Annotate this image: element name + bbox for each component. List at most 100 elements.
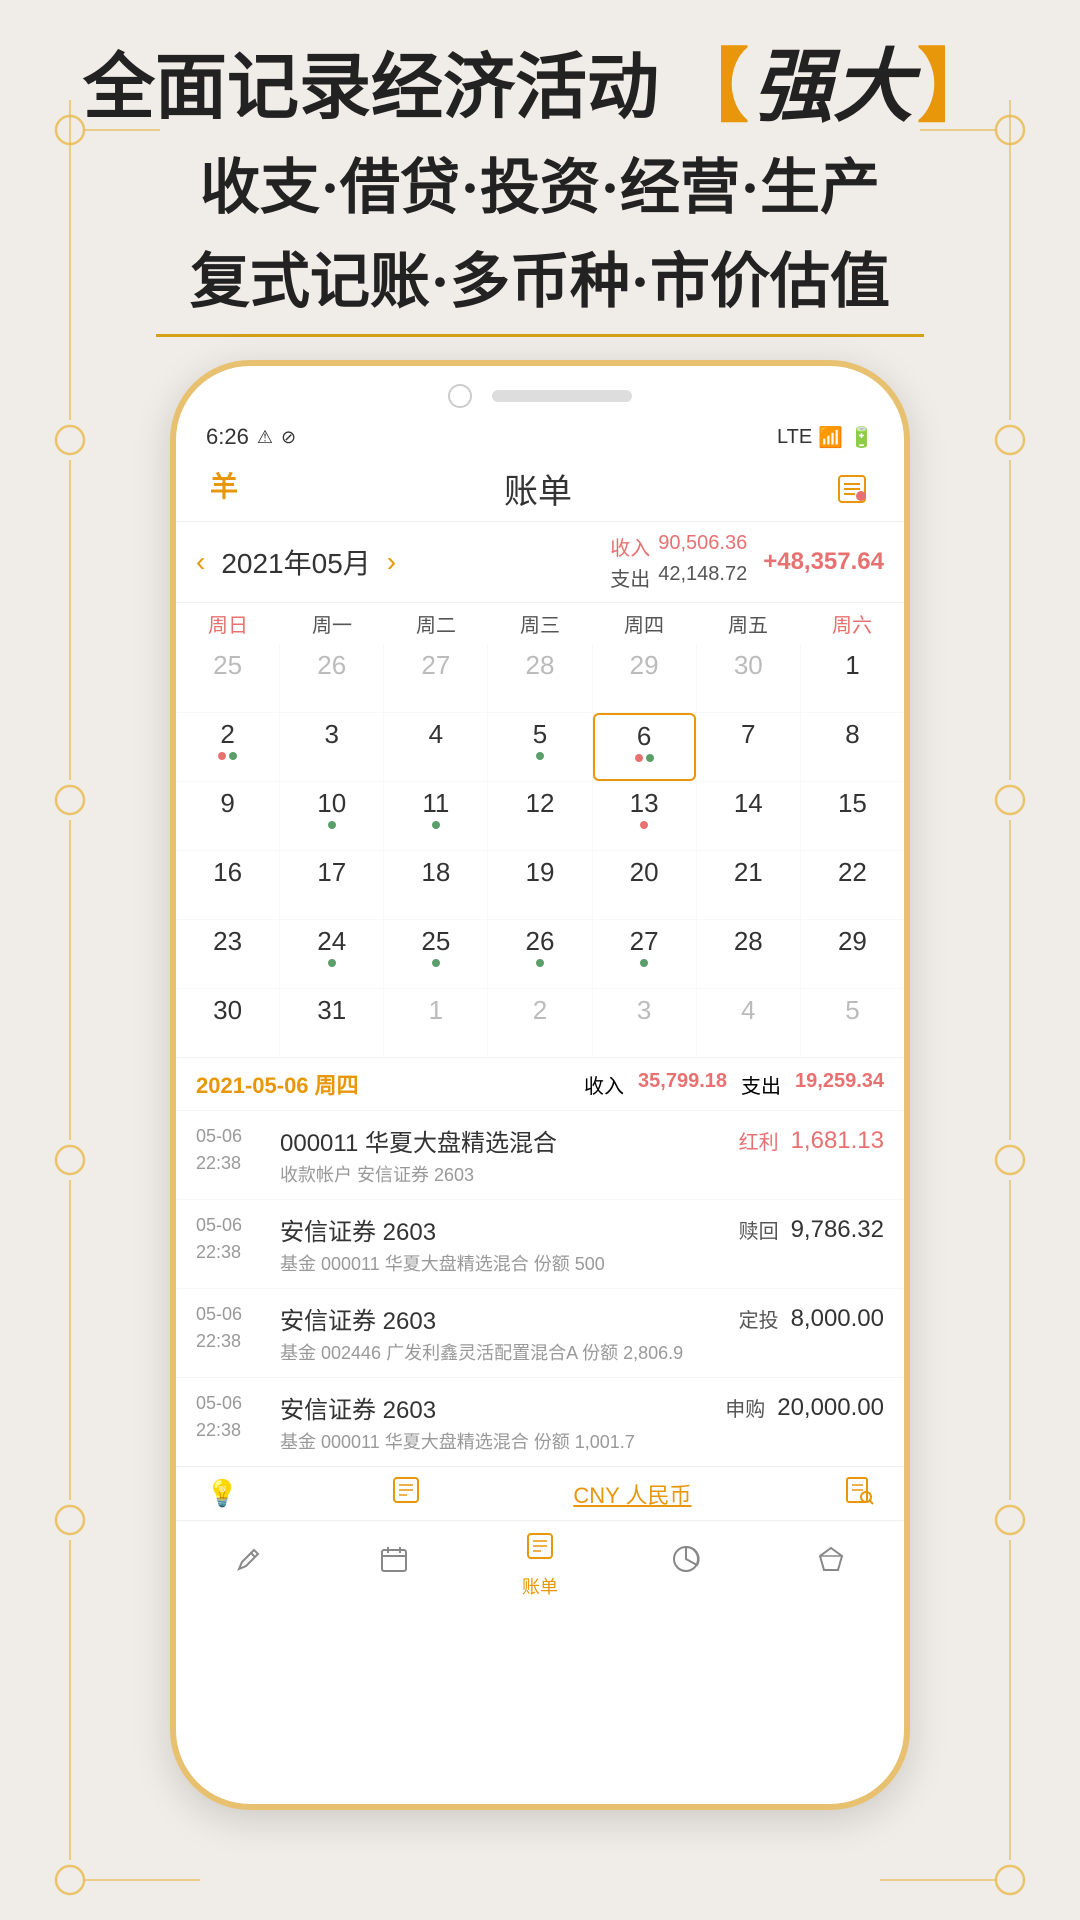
calendar-cell-15[interactable]: 15 bbox=[801, 782, 904, 850]
calendar-cell-24[interactable]: 24 bbox=[280, 920, 383, 988]
time-display: 6:26 bbox=[206, 424, 249, 450]
calendar-cell-16[interactable]: 16 bbox=[176, 851, 279, 919]
bracket-strong: 【 强大 】 bbox=[669, 40, 997, 136]
bracket-close: 】 bbox=[917, 40, 997, 136]
calendar-cell-4[interactable]: 4 bbox=[697, 989, 800, 1057]
calendar-header: 周日 周一 周二 周三 周四 周五 周六 bbox=[176, 603, 904, 644]
status-bar: 6:26 ⚠ ⊘ LTE 📶 🔋 bbox=[176, 418, 904, 456]
calendar-cell-1[interactable]: 1 bbox=[384, 989, 487, 1057]
strong-word: 强大 bbox=[753, 40, 913, 136]
day-thu: 周四 bbox=[592, 603, 696, 644]
calendar-cell-2[interactable]: 2 bbox=[488, 989, 591, 1057]
income-value: 90,506.36 bbox=[658, 532, 747, 561]
calendar-cell-13[interactable]: 13 bbox=[593, 782, 696, 850]
month-navigation: ‹ 2021年05月 › 收入 90,506.36 支出 42,148.72 +… bbox=[176, 522, 904, 602]
phone-outer: 6:26 ⚠ ⊘ LTE 📶 🔋 羊 账单 bbox=[170, 360, 910, 1810]
calendar-cell-28[interactable]: 28 bbox=[488, 644, 591, 712]
trans-body: 000011 华夏大盘精选混合红利1,681.13收款帐户 安信证券 2603 bbox=[280, 1123, 884, 1187]
day-mon: 周一 bbox=[280, 603, 384, 644]
calendar-cell-2[interactable]: 2 bbox=[176, 713, 279, 781]
phone-top-bar bbox=[176, 366, 904, 418]
bill-nav-icon bbox=[525, 1531, 555, 1569]
calendar-cell-31[interactable]: 31 bbox=[280, 989, 383, 1057]
calendar-cell-10[interactable]: 10 bbox=[280, 782, 383, 850]
header-line1: 全面记录经济活动 【 强大 】 bbox=[60, 40, 1020, 136]
trans-sub: 基金 002446 广发利鑫灵活配置混合A 份额 2,806.9 bbox=[280, 1339, 884, 1365]
trans-time: 05-0622:38 bbox=[196, 1301, 266, 1355]
income-label: 收入 bbox=[610, 532, 650, 561]
trans-name: 安信证券 2603 bbox=[280, 1301, 436, 1336]
nav-calendar[interactable] bbox=[322, 1544, 468, 1586]
currency-label[interactable]: CNY 人民币 bbox=[573, 1478, 691, 1510]
calendar-cell-21[interactable]: 21 bbox=[697, 851, 800, 919]
month-label: 2021年05月 bbox=[221, 542, 370, 582]
calendar-cell-30[interactable]: 30 bbox=[176, 989, 279, 1057]
signal-bars: 📶 bbox=[818, 425, 843, 450]
calendar-cell-4[interactable]: 4 bbox=[384, 713, 487, 781]
calendar-cell-20[interactable]: 20 bbox=[593, 851, 696, 919]
trans-expense-label: 支出 bbox=[741, 1070, 781, 1099]
transaction-item[interactable]: 05-0622:38安信证券 2603申购20,000.00基金 000011 … bbox=[176, 1377, 904, 1466]
calendar-cell-14[interactable]: 14 bbox=[697, 782, 800, 850]
bill-icon-left[interactable] bbox=[391, 1475, 421, 1512]
calendar-cell-9[interactable]: 9 bbox=[176, 782, 279, 850]
calendar-cell-29[interactable]: 29 bbox=[801, 920, 904, 988]
calendar-cell-11[interactable]: 11 bbox=[384, 782, 487, 850]
edit-icon-button[interactable] bbox=[830, 467, 874, 511]
calendar-cell-3[interactable]: 3 bbox=[593, 989, 696, 1057]
trans-amount: 1,681.13 bbox=[791, 1127, 884, 1155]
calendar-cell-8[interactable]: 8 bbox=[801, 713, 904, 781]
nav-edit[interactable] bbox=[176, 1544, 322, 1586]
nav-bill-label: 账单 bbox=[522, 1573, 558, 1599]
search-report-icon[interactable] bbox=[844, 1475, 874, 1512]
nav-chart[interactable] bbox=[613, 1544, 759, 1586]
transaction-list: 05-0622:38000011 华夏大盘精选混合红利1,681.13收款帐户 … bbox=[176, 1110, 904, 1466]
day-fri: 周五 bbox=[696, 603, 800, 644]
calendar-cell-26[interactable]: 26 bbox=[280, 644, 383, 712]
trans-time: 05-0622:38 bbox=[196, 1123, 266, 1177]
signal-icon: ⊘ bbox=[281, 427, 296, 448]
calendar-cell-25[interactable]: 25 bbox=[384, 920, 487, 988]
svg-text:羊: 羊 bbox=[210, 471, 238, 502]
calendar-cell-5[interactable]: 5 bbox=[488, 713, 591, 781]
calendar-cell-17[interactable]: 17 bbox=[280, 851, 383, 919]
trans-income-value: 35,799.18 bbox=[638, 1070, 727, 1099]
trans-name: 安信证券 2603 bbox=[280, 1212, 436, 1247]
nav-bill[interactable]: 账单 bbox=[467, 1531, 613, 1599]
lightbulb-icon[interactable]: 💡 bbox=[206, 1478, 238, 1509]
trans-tag: 赎回 bbox=[739, 1215, 779, 1244]
transaction-item[interactable]: 05-0622:38安信证券 2603赎回9,786.32基金 000011 华… bbox=[176, 1199, 904, 1288]
status-right: LTE 📶 🔋 bbox=[777, 425, 874, 450]
calendar-cell-28[interactable]: 28 bbox=[697, 920, 800, 988]
calendar-cell-6[interactable]: 6 bbox=[593, 713, 696, 781]
trans-sub: 收款帐户 安信证券 2603 bbox=[280, 1161, 884, 1187]
nav-diamond[interactable] bbox=[758, 1544, 904, 1586]
calendar-cell-19[interactable]: 19 bbox=[488, 851, 591, 919]
calendar-cell-27[interactable]: 27 bbox=[384, 644, 487, 712]
calendar-cell-30[interactable]: 30 bbox=[697, 644, 800, 712]
calendar-cell-1[interactable]: 1 bbox=[801, 644, 904, 712]
calendar-cell-25[interactable]: 25 bbox=[176, 644, 279, 712]
transaction-item[interactable]: 05-0622:38000011 华夏大盘精选混合红利1,681.13收款帐户 … bbox=[176, 1110, 904, 1199]
phone-mockup: 6:26 ⚠ ⊘ LTE 📶 🔋 羊 账单 bbox=[170, 360, 910, 1810]
calendar-cell-3[interactable]: 3 bbox=[280, 713, 383, 781]
calendar-cell-12[interactable]: 12 bbox=[488, 782, 591, 850]
calendar-cell-18[interactable]: 18 bbox=[384, 851, 487, 919]
month-nav-left: ‹ 2021年05月 › bbox=[196, 542, 396, 582]
next-month-button[interactable]: › bbox=[387, 546, 396, 578]
calendar-cell-5[interactable]: 5 bbox=[801, 989, 904, 1057]
phone-speaker bbox=[492, 390, 632, 402]
calendar-cell-27[interactable]: 27 bbox=[593, 920, 696, 988]
calendar-grid[interactable]: 2526272829301234567891011121314151617181… bbox=[176, 644, 904, 1057]
header-line2: 收支·借贷·投资·经营·生产 bbox=[60, 146, 1020, 230]
calendar-cell-26[interactable]: 26 bbox=[488, 920, 591, 988]
calendar-cell-22[interactable]: 22 bbox=[801, 851, 904, 919]
transaction-item[interactable]: 05-0622:38安信证券 2603定投8,000.00基金 002446 广… bbox=[176, 1288, 904, 1377]
bottom-navigation: 账单 bbox=[176, 1520, 904, 1605]
calendar-cell-7[interactable]: 7 bbox=[697, 713, 800, 781]
calendar-cell-29[interactable]: 29 bbox=[593, 644, 696, 712]
prev-month-button[interactable]: ‹ bbox=[196, 546, 205, 578]
header-line3: 复式记账·多币种·市价估值 bbox=[60, 240, 1020, 324]
calendar-cell-23[interactable]: 23 bbox=[176, 920, 279, 988]
trans-tag: 定投 bbox=[739, 1304, 779, 1333]
